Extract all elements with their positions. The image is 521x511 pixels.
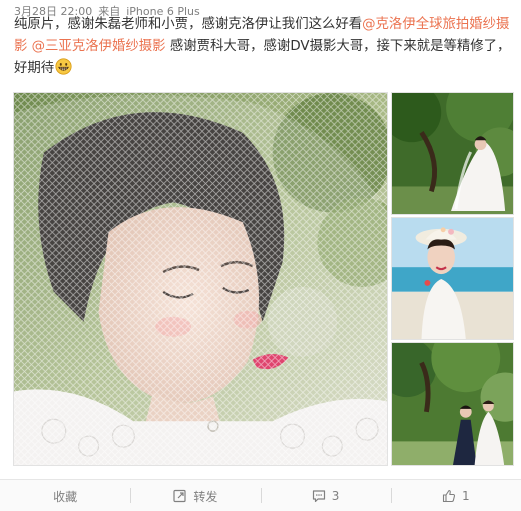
photo-3-image — [392, 343, 513, 465]
like-count: 1 — [462, 489, 470, 503]
photo-main-bride-veil[interactable] — [13, 92, 388, 466]
photo-1-image — [392, 93, 513, 214]
forward-icon — [173, 489, 187, 503]
photo-bride-beach-hat[interactable] — [391, 217, 514, 340]
collect-label: 收藏 — [53, 489, 78, 504]
mention-sanya-chloe[interactable]: @三亚克洛伊婚纱摄影 — [32, 39, 166, 54]
forward-label: 转发 — [193, 489, 218, 504]
photo-2-image — [392, 218, 513, 339]
comment-button[interactable]: 3 — [260, 480, 391, 511]
collect-button[interactable]: 收藏 — [0, 480, 130, 511]
post-text-part1: 纯原片，感谢朱磊老师和小贾，感谢克洛伊让我们这么好看 — [14, 17, 363, 32]
grinning-face-emoji-icon — [55, 58, 72, 75]
weibo-post-card: 3月28日 22:00 来自 iPhone 6 Plus 纯原片，感谢朱磊老师和小贾… — [0, 0, 521, 511]
comment-icon — [312, 489, 326, 503]
photo-bride-under-tree[interactable] — [391, 92, 514, 215]
post-body: 纯原片，感谢朱磊老师和小贾，感谢克洛伊让我们这么好看@克洛伊全球旅拍婚纱摄影 @… — [14, 14, 512, 80]
comment-count: 3 — [331, 489, 340, 503]
thumbs-up-icon — [442, 489, 456, 503]
forward-button[interactable]: 转发 — [130, 480, 260, 511]
like-button[interactable]: 1 — [390, 480, 521, 511]
photo-couple-garden[interactable] — [391, 342, 514, 466]
photo-main-image — [14, 93, 387, 465]
action-bar: 收藏 转发 3 1 — [0, 479, 521, 511]
